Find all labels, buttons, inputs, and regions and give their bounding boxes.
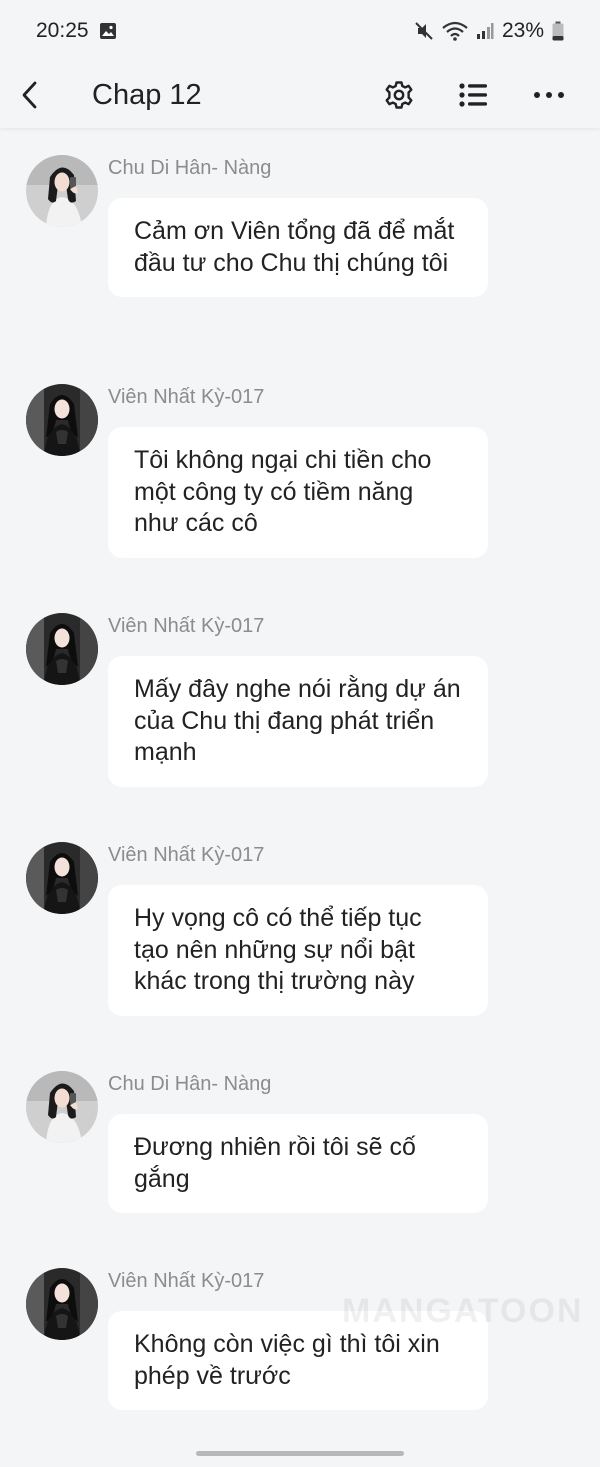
header-actions [361, 65, 586, 125]
sender-name: Chu Di Hân- Nàng [108, 1073, 272, 1095]
app-bar: Chap 12 [0, 62, 600, 128]
settings-button[interactable] [361, 65, 436, 125]
avatar[interactable] [26, 155, 98, 227]
list-icon [458, 83, 487, 107]
home-indicator[interactable] [196, 1451, 404, 1456]
more-icon [533, 92, 564, 98]
gallery-icon [99, 22, 117, 40]
watermark: MANGATOON [342, 1292, 584, 1330]
avatar[interactable] [26, 1268, 98, 1340]
avatar[interactable] [26, 384, 98, 456]
sender-name: Viên Nhất Kỳ-017 [108, 386, 265, 408]
more-options-button[interactable] [511, 65, 586, 125]
message-bubble: Tôi không ngại chi tiền cho một công ty … [108, 427, 488, 558]
status-bar: 20:25 23% [0, 0, 600, 62]
message-bubble: Hy vọng cô có thể tiếp tục tạo nên những… [108, 885, 488, 1016]
chevron-left-icon [22, 81, 37, 109]
status-time: 20:25 [36, 19, 89, 42]
status-right: 23% [414, 19, 564, 43]
sender-name: Viên Nhất Kỳ-017 [108, 1270, 265, 1292]
message-bubble: Mấy đây nghe nói rằng dự án của Chu thị … [108, 656, 488, 787]
avatar[interactable] [26, 842, 98, 914]
message-bubble: Cảm ơn Viên tổng đã để mắt đầu tư cho Ch… [108, 198, 488, 297]
sender-name: Viên Nhất Kỳ-017 [108, 844, 265, 866]
status-left: 20:25 [36, 19, 117, 43]
sender-name: Chu Di Hân- Nàng [108, 157, 272, 179]
wifi-icon [442, 21, 468, 41]
avatar[interactable] [26, 613, 98, 685]
page-title: Chap 12 [92, 78, 202, 111]
chapter-list-button[interactable] [436, 65, 511, 125]
sender-name: Viên Nhất Kỳ-017 [108, 615, 265, 637]
mute-icon [414, 21, 434, 41]
back-button[interactable] [0, 65, 60, 125]
gear-icon [385, 81, 412, 109]
signal-icon [476, 22, 494, 40]
battery-level: 23% [501, 19, 544, 42]
battery-icon [552, 21, 564, 41]
avatar[interactable] [26, 1071, 98, 1143]
message-bubble: Đương nhiên rồi tôi sẽ cố gắng [108, 1114, 488, 1213]
